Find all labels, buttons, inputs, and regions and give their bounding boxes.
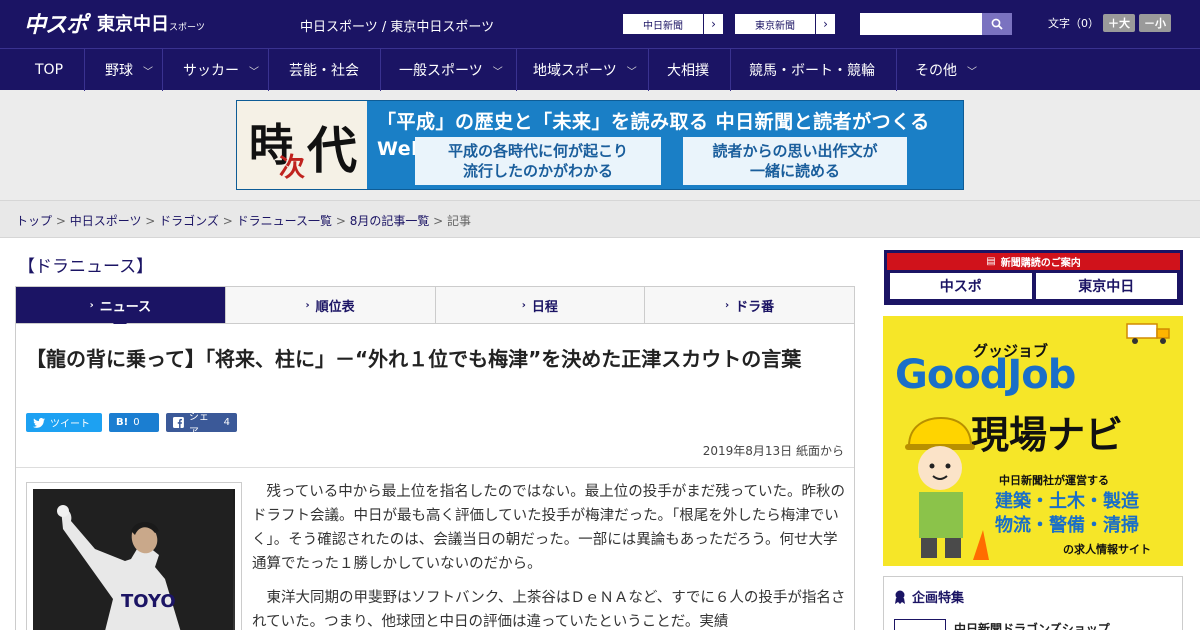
goodjob-line1: 中日新聞社が運営する bbox=[999, 474, 1109, 487]
nav-racing[interactable]: 競馬・ボート・競輪 bbox=[749, 49, 875, 91]
pitcher-photo: TOYO bbox=[33, 489, 235, 630]
pitcher-silhouette: TOYO bbox=[33, 489, 233, 630]
tokyo-chunichi-logo: 東京中日 bbox=[1035, 273, 1177, 299]
nav-soccer[interactable]: サッカー ﹀ bbox=[183, 49, 259, 91]
chevron-down-icon: ﹀ bbox=[249, 66, 259, 78]
article-date: 2019年8月13日 紙面から bbox=[702, 444, 844, 458]
features-item-dragons-shop[interactable]: 中日新聞ドラゴンズショップ bbox=[894, 619, 1110, 630]
logo-chuspo: 中スポ bbox=[24, 13, 88, 38]
newspaper-icon: ▤ bbox=[986, 256, 996, 267]
article-paragraph: 東洋大同期の甲斐野はソフトバンク、上茶谷はＤｅＮＡなど、すでに６人の投手が指名さ… bbox=[252, 590, 846, 630]
article-body: 残っている中から最上位を指名したのではない。最上位の投手がまだ残っていた。昨秋の… bbox=[252, 480, 846, 630]
site-header: 中スポ 東京中日スポーツ 中日スポーツ / 東京中日スポーツ 中日新聞 › 東京… bbox=[0, 0, 1200, 48]
breadcrumb-link[interactable]: トップ bbox=[16, 214, 52, 228]
ribbon-icon bbox=[895, 590, 905, 604]
jidai-logo: 時 次 代 bbox=[237, 101, 367, 189]
article-photo[interactable]: TOYO bbox=[26, 482, 242, 630]
shop-thumbnail bbox=[894, 619, 946, 630]
worker-mascot-icon bbox=[905, 416, 989, 560]
nav-others[interactable]: その他 ﹀ bbox=[915, 49, 977, 91]
nav-sumo[interactable]: 大相撲 bbox=[667, 49, 709, 91]
banner-box-memories: 読者からの思い出作文が 一緒に読める bbox=[683, 137, 907, 185]
tab-schedule[interactable]: › 日程 bbox=[436, 287, 646, 323]
chevron-right-icon: › bbox=[703, 14, 723, 34]
article-title: 【龍の背に乗って】「将来、柱に」－“外れ１位でも梅津”を決めた正津スカウトの言葉 bbox=[26, 347, 802, 371]
subscription-ad[interactable]: ▤ 新聞購読のご案内 中スポ 東京中日 bbox=[884, 250, 1183, 305]
genba-navi-title: 現場ナビ bbox=[971, 413, 1124, 457]
tokyo-shimbun-button[interactable]: 東京新聞 › bbox=[734, 13, 836, 35]
breadcrumb-current: 記事 bbox=[447, 214, 472, 228]
breadcrumb-link[interactable]: ドラニュース一覧 bbox=[237, 214, 332, 228]
nav-entertainment[interactable]: 芸能・社会 bbox=[289, 49, 359, 91]
chuspo-logo: 中スポ bbox=[890, 273, 1032, 299]
chevron-down-icon: ﹀ bbox=[967, 66, 977, 78]
chevron-right-icon: › bbox=[521, 299, 526, 311]
search-box bbox=[860, 13, 1012, 35]
search-button[interactable] bbox=[982, 13, 1012, 35]
breadcrumb-link[interactable]: 8月の記事一覧 bbox=[350, 214, 430, 228]
goodjob-line4: の求人情報サイト bbox=[1063, 543, 1151, 556]
hatena-icon: B! bbox=[116, 417, 129, 428]
search-input[interactable] bbox=[860, 13, 982, 35]
share-buttons: ツイート B! 0 シェア 4 bbox=[26, 412, 237, 438]
breadcrumb-bar: トップ > 中日スポーツ > ドラゴンズ > ドラニュース一覧 > 8月の記事一… bbox=[0, 200, 1200, 238]
banner-box-history: 平成の各時代に何が起こり 流行したのかがわかる bbox=[415, 137, 661, 185]
font-smaller-button[interactable]: －小 bbox=[1139, 14, 1171, 32]
svg-text:TOYO: TOYO bbox=[121, 591, 176, 612]
facebook-share-button[interactable]: シェア 4 bbox=[166, 412, 237, 438]
chevron-right-icon: › bbox=[725, 299, 730, 311]
subscription-ad-header: ▤ 新聞購読のご案内 bbox=[887, 253, 1180, 270]
breadcrumb-link[interactable]: ドラゴンズ bbox=[159, 214, 219, 228]
content-area: 【ドラニュース】 › ニュース › 順位表 › 日程 › ドラ番 【龍の背に乗って】「将… bbox=[0, 238, 1200, 630]
breadcrumb-link[interactable]: 中日スポーツ bbox=[70, 214, 142, 228]
goodjob-line2: 建築・土木・製造 物流・警備・清掃 bbox=[995, 491, 1139, 536]
chevron-down-icon: ﹀ bbox=[626, 66, 637, 78]
tab-standings[interactable]: › 順位表 bbox=[226, 287, 436, 323]
font-size-label: 文字（0） bbox=[1048, 17, 1099, 30]
section-title: 【ドラニュース】 bbox=[18, 257, 154, 277]
font-larger-button[interactable]: ＋大 bbox=[1103, 14, 1135, 32]
features-header: 企画特集 bbox=[894, 587, 964, 606]
chevron-down-icon: ﹀ bbox=[143, 66, 153, 78]
site-logo[interactable]: 中スポ 東京中日スポーツ bbox=[24, 8, 205, 38]
truck-icon bbox=[1126, 323, 1170, 344]
tab-dora-ban[interactable]: › ドラ番 bbox=[645, 287, 854, 323]
twitter-icon bbox=[33, 417, 45, 428]
goodjob-ad[interactable]: グッジョブ GoodJob 現場ナビ 中日新聞社が運営する 建築・土木・製造 物流… bbox=[883, 316, 1183, 566]
chevron-right-icon: › bbox=[815, 14, 835, 34]
hatena-bookmark-button[interactable]: B! 0 bbox=[109, 413, 159, 432]
article: 【龍の背に乗って】「将来、柱に」－“外れ１位でも梅津”を決めた正津スカウトの言葉… bbox=[15, 324, 855, 630]
nav-top[interactable]: TOP bbox=[35, 49, 63, 91]
features-box: 企画特集 中日新聞ドラゴンズショップ bbox=[883, 576, 1183, 630]
tweet-button[interactable]: ツイート bbox=[26, 413, 102, 432]
search-icon bbox=[991, 18, 1003, 30]
jidai-banner-ad[interactable]: 時 次 代 「平成」の歴史と「未来」を読み取る 中日新聞と読者がつくるWebサイ… bbox=[236, 100, 964, 190]
nav-local-sports[interactable]: 地域スポーツ ﹀ bbox=[533, 49, 637, 91]
breadcrumb: トップ > 中日スポーツ > ドラゴンズ > ドラニュース一覧 > 8月の記事一… bbox=[16, 214, 472, 228]
facebook-icon bbox=[173, 417, 184, 428]
nav-baseball[interactable]: 野球 ﹀ bbox=[105, 49, 153, 91]
chevron-right-icon: › bbox=[89, 299, 94, 311]
chevron-right-icon: › bbox=[305, 299, 310, 311]
nav-general-sports[interactable]: 一般スポーツ ﹀ bbox=[399, 49, 503, 91]
divider bbox=[16, 467, 854, 468]
site-name-link[interactable]: 中日スポーツ / 東京中日スポーツ bbox=[300, 16, 494, 35]
chunichi-shimbun-button[interactable]: 中日新聞 › bbox=[622, 13, 724, 35]
goodjob-wordmark: GoodJob bbox=[895, 352, 1076, 398]
font-size-control: 文字（0） ＋大 －小 bbox=[1048, 14, 1171, 32]
logo-tokyo-chunichi: 東京中日スポーツ bbox=[97, 14, 205, 35]
main-nav: TOP 野球 ﹀ サッカー ﹀ 芸能・社会 一般スポーツ ﹀ 地域スポーツ ﹀ 大相撲 … bbox=[0, 48, 1200, 91]
tab-news[interactable]: › ニュース bbox=[16, 287, 226, 331]
dragons-tabs: › ニュース › 順位表 › 日程 › ドラ番 bbox=[15, 286, 855, 331]
article-paragraph: 残っている中から最上位を指名したのではない。最上位の投手がまだ残っていた。昨秋の… bbox=[252, 484, 846, 572]
chevron-down-icon: ﹀ bbox=[492, 66, 503, 78]
